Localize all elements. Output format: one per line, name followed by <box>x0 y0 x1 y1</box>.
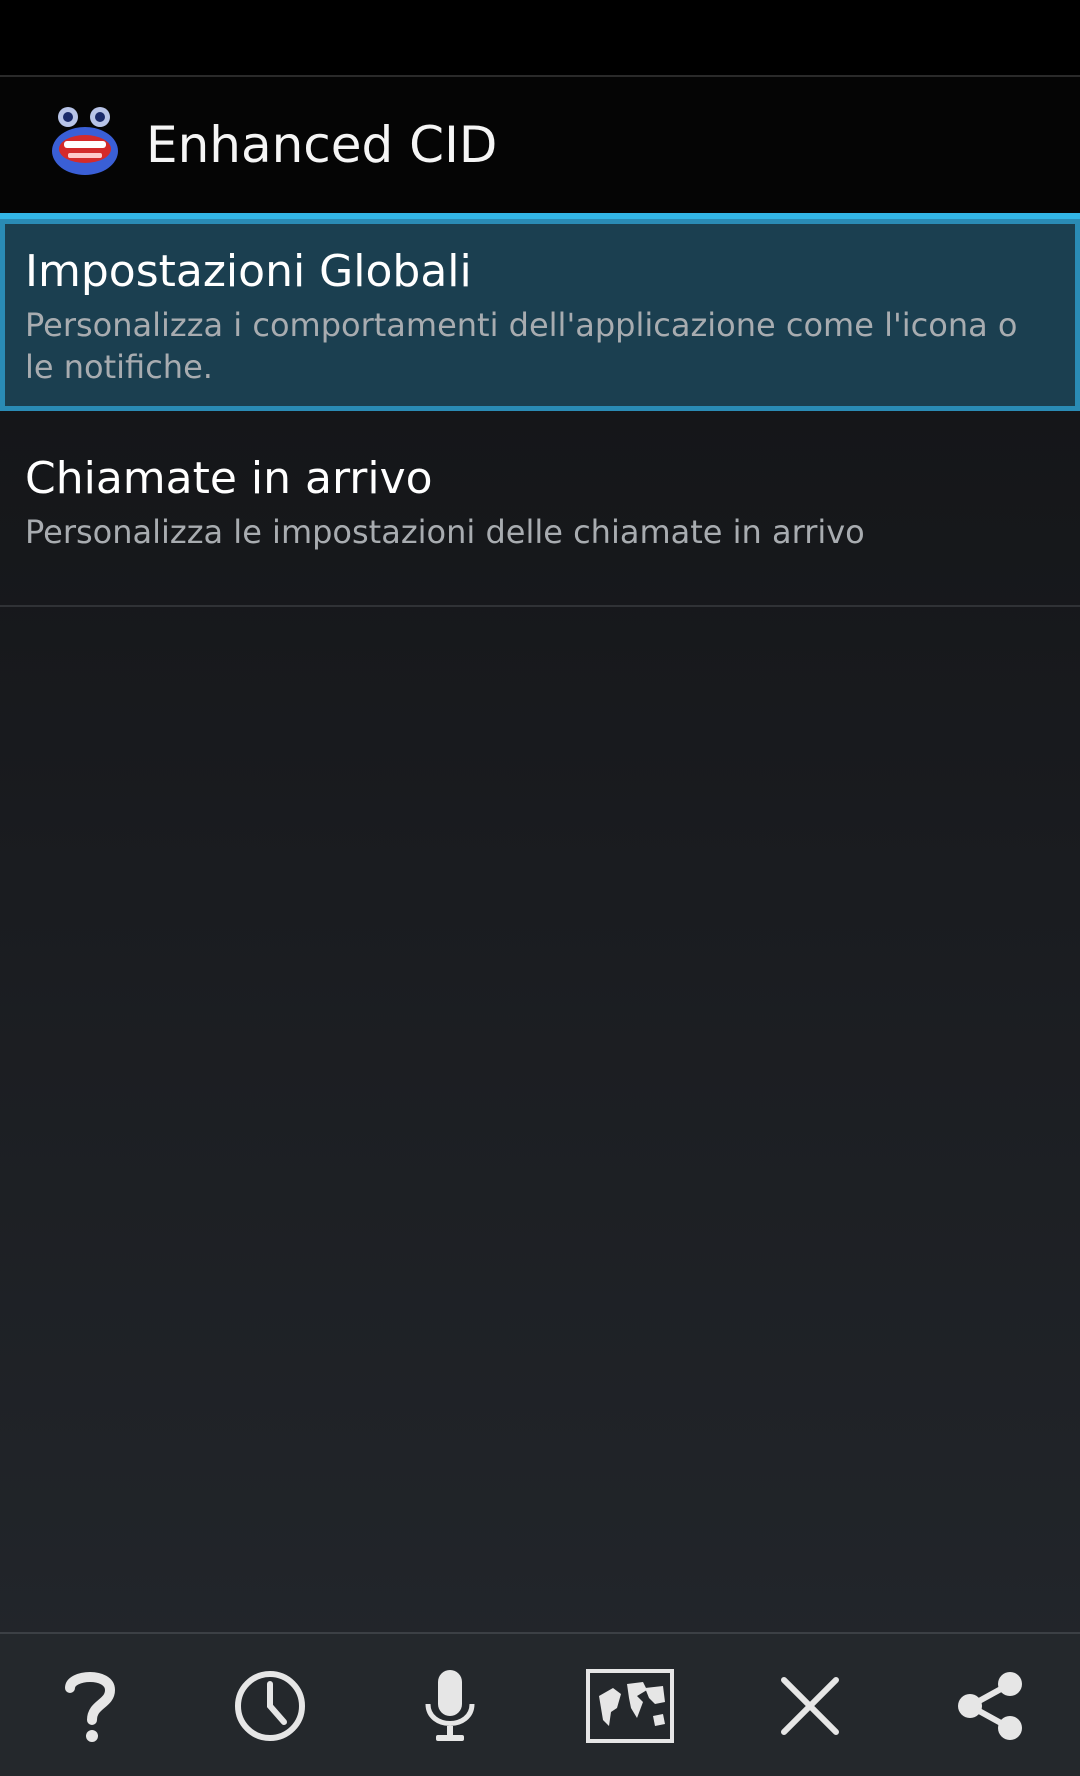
clock-icon <box>235 1671 305 1741</box>
help-button[interactable] <box>40 1656 140 1756</box>
screen: Enhanced CID Impostazioni Globali Person… <box>0 0 1080 1776</box>
share-icon <box>958 1672 1022 1740</box>
preference-title: Impostazioni Globali <box>25 246 472 297</box>
preference-summary: Personalizza i comportamenti dell'applic… <box>25 306 1018 386</box>
close-button[interactable] <box>760 1656 860 1756</box>
status-bar <box>0 0 1080 77</box>
preference-global-settings[interactable]: Impostazioni Globali Personalizza i comp… <box>0 219 1080 411</box>
bottom-toolbar <box>0 1632 1080 1776</box>
preference-incoming-calls[interactable]: Chiamate in arrivo Personalizza le impos… <box>0 411 1080 607</box>
map-button[interactable] <box>580 1656 680 1756</box>
action-bar: Enhanced CID <box>0 77 1080 219</box>
help-icon <box>65 1672 116 1742</box>
preference-list: Impostazioni Globali Personalizza i comp… <box>0 219 1080 607</box>
app-title: Enhanced CID <box>146 116 498 174</box>
preference-summary: Personalizza le impostazioni delle chiam… <box>25 513 865 551</box>
world-map-icon <box>586 1669 674 1743</box>
preference-title: Chiamate in arrivo <box>25 453 433 504</box>
share-button[interactable] <box>940 1656 1040 1756</box>
close-icon <box>781 1677 839 1735</box>
microphone-icon <box>425 1670 475 1741</box>
app-face-icon <box>50 105 120 177</box>
history-button[interactable] <box>220 1656 320 1756</box>
voice-button[interactable] <box>400 1656 500 1756</box>
